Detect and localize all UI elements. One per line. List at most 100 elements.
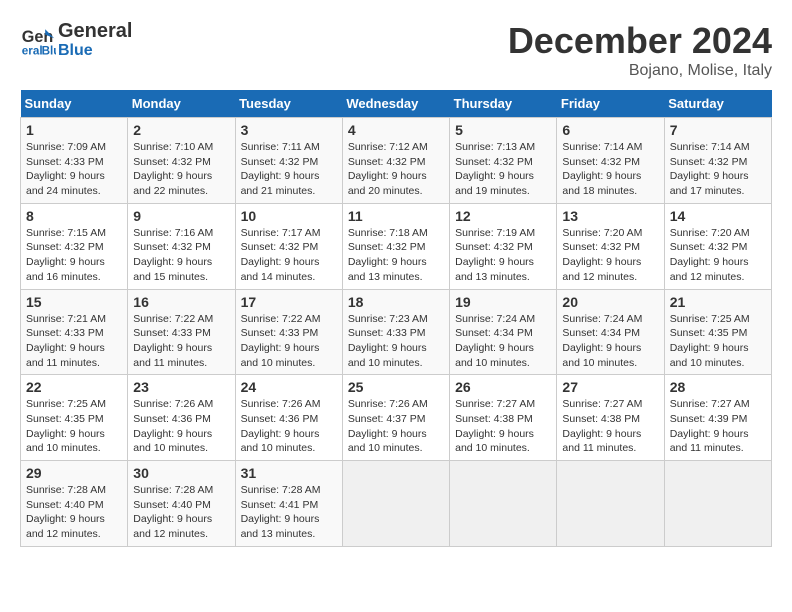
day-detail: Sunrise: 7:26 AM Sunset: 4:36 PM Dayligh… xyxy=(241,397,337,456)
day-number: 11 xyxy=(348,208,444,224)
calendar-day-cell: 28 Sunrise: 7:27 AM Sunset: 4:39 PM Dayl… xyxy=(664,375,771,461)
weekday-header-cell: Saturday xyxy=(664,90,771,118)
day-number: 26 xyxy=(455,379,551,395)
title-block: December 2024 Bojano, Molise, Italy xyxy=(508,20,772,80)
calendar-week-row: 22 Sunrise: 7:25 AM Sunset: 4:35 PM Dayl… xyxy=(21,375,772,461)
calendar-day-cell: 20 Sunrise: 7:24 AM Sunset: 4:34 PM Dayl… xyxy=(557,289,664,375)
day-number: 10 xyxy=(241,208,337,224)
calendar-day-cell xyxy=(664,461,771,547)
calendar-day-cell: 19 Sunrise: 7:24 AM Sunset: 4:34 PM Dayl… xyxy=(450,289,557,375)
calendar-week-row: 1 Sunrise: 7:09 AM Sunset: 4:33 PM Dayli… xyxy=(21,118,772,204)
day-detail: Sunrise: 7:26 AM Sunset: 4:36 PM Dayligh… xyxy=(133,397,229,456)
calendar-week-row: 29 Sunrise: 7:28 AM Sunset: 4:40 PM Dayl… xyxy=(21,461,772,547)
day-number: 25 xyxy=(348,379,444,395)
day-number: 20 xyxy=(562,294,658,310)
calendar-day-cell: 15 Sunrise: 7:21 AM Sunset: 4:33 PM Dayl… xyxy=(21,289,128,375)
day-detail: Sunrise: 7:14 AM Sunset: 4:32 PM Dayligh… xyxy=(670,140,766,199)
day-number: 29 xyxy=(26,465,122,481)
day-number: 27 xyxy=(562,379,658,395)
day-number: 31 xyxy=(241,465,337,481)
day-detail: Sunrise: 7:09 AM Sunset: 4:33 PM Dayligh… xyxy=(26,140,122,199)
day-detail: Sunrise: 7:20 AM Sunset: 4:32 PM Dayligh… xyxy=(562,226,658,285)
day-number: 24 xyxy=(241,379,337,395)
day-detail: Sunrise: 7:14 AM Sunset: 4:32 PM Dayligh… xyxy=(562,140,658,199)
day-number: 9 xyxy=(133,208,229,224)
day-number: 15 xyxy=(26,294,122,310)
calendar-day-cell: 18 Sunrise: 7:23 AM Sunset: 4:33 PM Dayl… xyxy=(342,289,449,375)
calendar-day-cell: 7 Sunrise: 7:14 AM Sunset: 4:32 PM Dayli… xyxy=(664,118,771,204)
month-title: December 2024 xyxy=(508,20,772,62)
day-detail: Sunrise: 7:28 AM Sunset: 4:40 PM Dayligh… xyxy=(26,483,122,542)
day-detail: Sunrise: 7:17 AM Sunset: 4:32 PM Dayligh… xyxy=(241,226,337,285)
day-number: 19 xyxy=(455,294,551,310)
day-number: 21 xyxy=(670,294,766,310)
day-detail: Sunrise: 7:20 AM Sunset: 4:32 PM Dayligh… xyxy=(670,226,766,285)
calendar-day-cell: 30 Sunrise: 7:28 AM Sunset: 4:40 PM Dayl… xyxy=(128,461,235,547)
day-number: 7 xyxy=(670,122,766,138)
day-number: 23 xyxy=(133,379,229,395)
calendar-day-cell: 26 Sunrise: 7:27 AM Sunset: 4:38 PM Dayl… xyxy=(450,375,557,461)
day-number: 28 xyxy=(670,379,766,395)
day-number: 17 xyxy=(241,294,337,310)
day-number: 22 xyxy=(26,379,122,395)
calendar-table: SundayMondayTuesdayWednesdayThursdayFrid… xyxy=(20,90,772,547)
weekday-header-row: SundayMondayTuesdayWednesdayThursdayFrid… xyxy=(21,90,772,118)
calendar-day-cell xyxy=(450,461,557,547)
day-number: 5 xyxy=(455,122,551,138)
page-header: Gen eral Blue General Blue December 2024… xyxy=(20,20,772,80)
calendar-day-cell: 8 Sunrise: 7:15 AM Sunset: 4:32 PM Dayli… xyxy=(21,203,128,289)
calendar-day-cell: 31 Sunrise: 7:28 AM Sunset: 4:41 PM Dayl… xyxy=(235,461,342,547)
day-detail: Sunrise: 7:27 AM Sunset: 4:39 PM Dayligh… xyxy=(670,397,766,456)
svg-text:Blue: Blue xyxy=(42,44,56,57)
day-number: 14 xyxy=(670,208,766,224)
calendar-day-cell xyxy=(557,461,664,547)
calendar-day-cell: 17 Sunrise: 7:22 AM Sunset: 4:33 PM Dayl… xyxy=(235,289,342,375)
day-detail: Sunrise: 7:18 AM Sunset: 4:32 PM Dayligh… xyxy=(348,226,444,285)
calendar-day-cell: 22 Sunrise: 7:25 AM Sunset: 4:35 PM Dayl… xyxy=(21,375,128,461)
day-number: 8 xyxy=(26,208,122,224)
day-number: 2 xyxy=(133,122,229,138)
location-title: Bojano, Molise, Italy xyxy=(508,62,772,80)
calendar-day-cell: 16 Sunrise: 7:22 AM Sunset: 4:33 PM Dayl… xyxy=(128,289,235,375)
day-number: 6 xyxy=(562,122,658,138)
calendar-day-cell xyxy=(342,461,449,547)
day-detail: Sunrise: 7:19 AM Sunset: 4:32 PM Dayligh… xyxy=(455,226,551,285)
day-detail: Sunrise: 7:15 AM Sunset: 4:32 PM Dayligh… xyxy=(26,226,122,285)
calendar-day-cell: 1 Sunrise: 7:09 AM Sunset: 4:33 PM Dayli… xyxy=(21,118,128,204)
day-detail: Sunrise: 7:27 AM Sunset: 4:38 PM Dayligh… xyxy=(562,397,658,456)
calendar-day-cell: 4 Sunrise: 7:12 AM Sunset: 4:32 PM Dayli… xyxy=(342,118,449,204)
calendar-day-cell: 3 Sunrise: 7:11 AM Sunset: 4:32 PM Dayli… xyxy=(235,118,342,204)
day-detail: Sunrise: 7:13 AM Sunset: 4:32 PM Dayligh… xyxy=(455,140,551,199)
weekday-header-cell: Friday xyxy=(557,90,664,118)
day-detail: Sunrise: 7:24 AM Sunset: 4:34 PM Dayligh… xyxy=(562,312,658,371)
svg-text:eral: eral xyxy=(22,44,43,57)
day-detail: Sunrise: 7:10 AM Sunset: 4:32 PM Dayligh… xyxy=(133,140,229,199)
weekday-header-cell: Thursday xyxy=(450,90,557,118)
weekday-header-cell: Tuesday xyxy=(235,90,342,118)
day-number: 13 xyxy=(562,208,658,224)
calendar-week-row: 8 Sunrise: 7:15 AM Sunset: 4:32 PM Dayli… xyxy=(21,203,772,289)
weekday-header-cell: Sunday xyxy=(21,90,128,118)
day-detail: Sunrise: 7:22 AM Sunset: 4:33 PM Dayligh… xyxy=(241,312,337,371)
day-number: 4 xyxy=(348,122,444,138)
calendar-day-cell: 21 Sunrise: 7:25 AM Sunset: 4:35 PM Dayl… xyxy=(664,289,771,375)
day-detail: Sunrise: 7:27 AM Sunset: 4:38 PM Dayligh… xyxy=(455,397,551,456)
calendar-day-cell: 25 Sunrise: 7:26 AM Sunset: 4:37 PM Dayl… xyxy=(342,375,449,461)
day-detail: Sunrise: 7:25 AM Sunset: 4:35 PM Dayligh… xyxy=(670,312,766,371)
day-detail: Sunrise: 7:11 AM Sunset: 4:32 PM Dayligh… xyxy=(241,140,337,199)
logo-icon: Gen eral Blue xyxy=(20,22,56,58)
calendar-day-cell: 5 Sunrise: 7:13 AM Sunset: 4:32 PM Dayli… xyxy=(450,118,557,204)
day-detail: Sunrise: 7:21 AM Sunset: 4:33 PM Dayligh… xyxy=(26,312,122,371)
day-detail: Sunrise: 7:25 AM Sunset: 4:35 PM Dayligh… xyxy=(26,397,122,456)
day-number: 12 xyxy=(455,208,551,224)
calendar-day-cell: 11 Sunrise: 7:18 AM Sunset: 4:32 PM Dayl… xyxy=(342,203,449,289)
weekday-header-cell: Wednesday xyxy=(342,90,449,118)
calendar-day-cell: 14 Sunrise: 7:20 AM Sunset: 4:32 PM Dayl… xyxy=(664,203,771,289)
day-detail: Sunrise: 7:12 AM Sunset: 4:32 PM Dayligh… xyxy=(348,140,444,199)
day-detail: Sunrise: 7:22 AM Sunset: 4:33 PM Dayligh… xyxy=(133,312,229,371)
calendar-day-cell: 9 Sunrise: 7:16 AM Sunset: 4:32 PM Dayli… xyxy=(128,203,235,289)
calendar-day-cell: 10 Sunrise: 7:17 AM Sunset: 4:32 PM Dayl… xyxy=(235,203,342,289)
day-number: 1 xyxy=(26,122,122,138)
day-number: 30 xyxy=(133,465,229,481)
day-number: 18 xyxy=(348,294,444,310)
